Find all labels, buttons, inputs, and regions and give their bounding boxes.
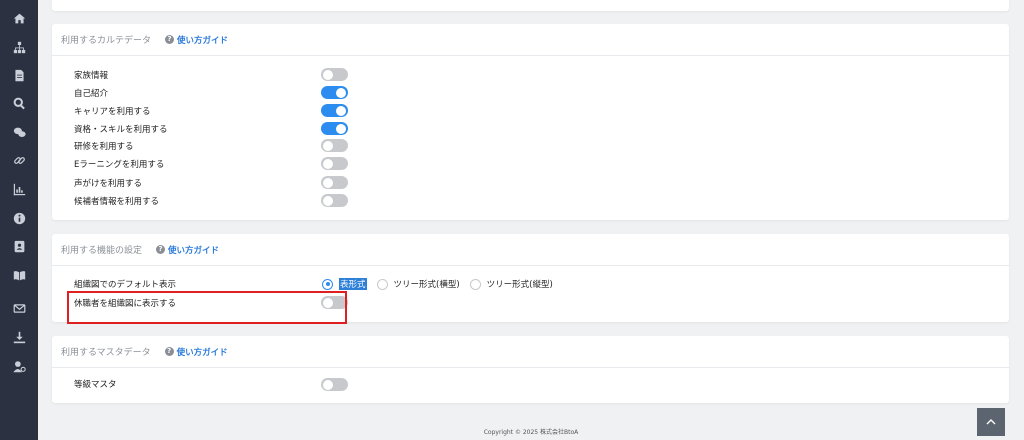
grade-row: 等級マスタ [74, 377, 117, 391]
toggle-knob [323, 158, 333, 169]
karte-row-candidate: 候補者情報を利用する [74, 194, 159, 208]
question-icon: ? [164, 347, 174, 356]
features-card-header: 利用する機能の設定 ? 使い方ガイド [52, 234, 1009, 266]
sidebar [0, 0, 38, 440]
karte-label-voice: 声がけを利用する [74, 179, 143, 189]
book-icon[interactable] [11, 267, 27, 283]
karte-label-elearning: Eラーニングを利用する [74, 160, 165, 170]
org-default-radio-group: 表形式 ツリー形式(横型) ツリー形式(縦型) [322, 278, 563, 290]
radio-table[interactable]: 表形式 [322, 278, 367, 290]
home-icon[interactable] [11, 10, 27, 26]
features-card-title: 利用する機能の設定 [61, 246, 143, 256]
karte-toggle-intro[interactable] [321, 86, 348, 99]
karte-toggle-career[interactable] [321, 104, 348, 117]
grade-toggle[interactable] [321, 378, 348, 391]
karte-label-family: 家族情報 [74, 71, 109, 81]
karte-row-skills: 資格・スキルを利用する [74, 122, 168, 136]
link-icon[interactable] [11, 152, 27, 168]
main-content: 利用するカルテデータ ? 使い方ガイド 家族情報 自己紹介 キャリアを利用する … [38, 0, 1024, 440]
karte-row-family: 家族情報 [74, 68, 108, 82]
document-icon[interactable] [11, 67, 27, 83]
karte-row-intro: 自己紹介 [74, 86, 108, 100]
master-card-header: 利用するマスタデータ ? 使い方ガイド [52, 336, 1009, 368]
question-icon: ? [165, 35, 175, 44]
radio-tree-vertical-label[interactable]: ツリー形式(縦型) [487, 278, 553, 290]
highlight-box [67, 291, 347, 324]
toggle-knob [336, 123, 346, 134]
chart-icon[interactable] [11, 181, 27, 197]
karte-label-skills: 資格・スキルを利用する [74, 125, 168, 135]
toggle-knob [323, 195, 333, 206]
top-card [52, 0, 1009, 11]
org-chart-icon[interactable] [11, 39, 27, 55]
grade-label: 等級マスタ [74, 380, 117, 390]
toggle-knob [336, 87, 346, 98]
karte-toggle-elearning[interactable] [321, 157, 348, 170]
question-icon: ? [156, 245, 166, 254]
scroll-to-top-button[interactable] [977, 408, 1005, 436]
radio-tree-vertical-circle[interactable] [469, 278, 481, 290]
karte-toggle-skills[interactable] [321, 122, 348, 135]
mail-icon[interactable] [11, 300, 27, 316]
chevron-up-icon [986, 419, 996, 425]
karte-toggle-family[interactable] [321, 68, 348, 81]
karte-guide-label: 使い方ガイド [177, 35, 229, 46]
karte-label-training: 研修を利用する [74, 142, 134, 152]
toggle-knob [323, 177, 333, 188]
master-guide-label: 使い方ガイド [176, 347, 228, 358]
karte-toggle-voice[interactable] [321, 176, 348, 189]
karte-toggle-candidate[interactable] [321, 194, 348, 207]
master-card: 利用するマスタデータ ? 使い方ガイド 等級マスタ [52, 336, 1009, 403]
radio-tree-horizontal-circle[interactable] [376, 278, 388, 290]
org-default-row: 組織図でのデフォルト表示 [74, 277, 176, 291]
karte-row-elearning: Eラーニングを利用する [74, 157, 164, 171]
org-default-label: 組織図でのデフォルト表示 [74, 280, 177, 290]
radio-tree-horizontal-label[interactable]: ツリー形式(横型) [394, 278, 460, 290]
user-settings-icon[interactable] [11, 358, 27, 374]
master-card-title: 利用するマスタデータ [61, 348, 151, 358]
download-icon[interactable] [11, 329, 27, 345]
radio-table-label[interactable]: 表形式 [339, 278, 367, 290]
features-guide-link[interactable]: ? 使い方ガイド [156, 244, 219, 256]
karte-row-voice: 声がけを利用する [74, 176, 142, 190]
toggle-knob [323, 140, 333, 151]
radio-table-circle[interactable] [322, 278, 333, 290]
karte-label-intro: 自己紹介 [74, 89, 109, 99]
info-icon[interactable] [11, 210, 27, 226]
toggle-knob [336, 105, 346, 116]
radio-tree-vertical[interactable]: ツリー形式(縦型) [469, 278, 553, 290]
radio-tree-horizontal[interactable]: ツリー形式(横型) [376, 278, 460, 290]
karte-data-card: 利用するカルテデータ ? 使い方ガイド 家族情報 自己紹介 キャリアを利用する … [52, 24, 1009, 220]
contact-book-icon[interactable] [11, 238, 27, 254]
karte-row-career: キャリアを利用する [74, 104, 151, 118]
karte-toggle-training[interactable] [321, 139, 348, 152]
karte-row-training: 研修を利用する [74, 139, 134, 153]
karte-label-career: キャリアを利用する [74, 107, 151, 117]
karte-guide-link[interactable]: ? 使い方ガイド [165, 34, 228, 46]
features-guide-label: 使い方ガイド [168, 245, 220, 256]
karte-card-title: 利用するカルテデータ [61, 36, 152, 46]
footer-copyright: Copyright © 2025 株式会社BtoA [483, 429, 579, 436]
toggle-knob [323, 379, 333, 390]
chat-icon[interactable] [11, 124, 27, 140]
toggle-knob [323, 69, 333, 80]
search-icon[interactable] [11, 95, 27, 111]
master-guide-link[interactable]: ? 使い方ガイド [164, 346, 228, 358]
karte-card-header: 利用するカルテデータ ? 使い方ガイド [52, 24, 1009, 56]
karte-label-candidate: 候補者情報を利用する [74, 197, 160, 207]
